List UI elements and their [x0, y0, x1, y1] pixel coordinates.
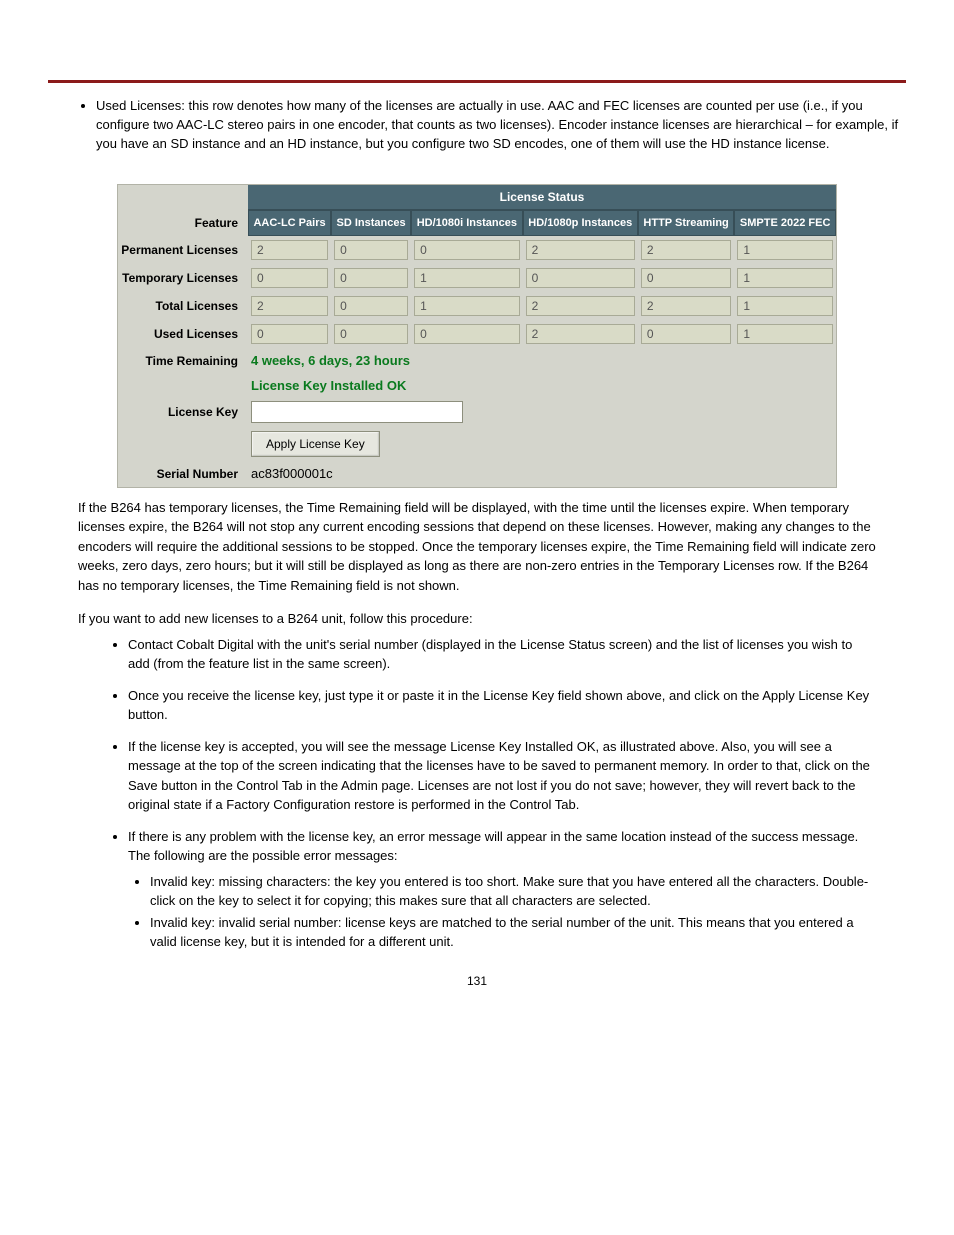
val-temp-5: 1	[737, 268, 833, 288]
key-step-3: If the license key is accepted, you will…	[128, 737, 876, 815]
val-perm-4: 2	[641, 240, 731, 260]
val-perm-1: 0	[334, 240, 408, 260]
license-status-title: License Status	[248, 185, 836, 210]
para-after-fig: If the B264 has temporary licenses, the …	[78, 498, 876, 596]
error-msg-2: Invalid key: invalid serial number: lice…	[150, 913, 876, 952]
val-total-3: 2	[526, 296, 635, 316]
col-sd: SD Instances	[331, 210, 411, 236]
serial-number-value: ac83f000001c	[251, 466, 333, 481]
val-temp-1: 0	[334, 268, 408, 288]
row-label-used: Used Licenses	[118, 320, 248, 348]
page-number: 131	[48, 974, 906, 988]
val-perm-0: 2	[251, 240, 328, 260]
row-label-total: Total Licenses	[118, 292, 248, 320]
val-perm-5: 1	[737, 240, 833, 260]
val-temp-2: 1	[414, 268, 520, 288]
val-total-0: 2	[251, 296, 328, 316]
col-1080p: HD/1080p Instances	[523, 210, 638, 236]
val-used-2: 0	[414, 324, 520, 344]
apply-license-key-button[interactable]: Apply License Key	[251, 431, 380, 457]
para-key-intro: If you want to add new licenses to a B26…	[78, 609, 876, 629]
key-step-4: If there is any problem with the license…	[128, 827, 876, 952]
col-fec: SMPTE 2022 FEC	[734, 210, 836, 236]
row-label-license-key: License Key	[118, 397, 248, 427]
val-perm-2: 0	[414, 240, 520, 260]
val-total-4: 2	[641, 296, 731, 316]
val-total-5: 1	[737, 296, 833, 316]
license-status-message: License Key Installed OK	[251, 378, 406, 393]
top-bullet: Used Licenses: this row denotes how many…	[96, 97, 906, 154]
time-remaining-value: 4 weeks, 6 days, 23 hours	[251, 353, 410, 368]
row-label-serial: Serial Number	[118, 461, 248, 487]
val-used-4: 0	[641, 324, 731, 344]
val-total-1: 0	[334, 296, 408, 316]
license-status-figure: License Status Feature AAC-LC Pairs SD I…	[117, 184, 837, 488]
row-label-temporary: Temporary Licenses	[118, 264, 248, 292]
val-perm-3: 2	[526, 240, 635, 260]
val-temp-4: 0	[641, 268, 731, 288]
col-aac: AAC-LC Pairs	[248, 210, 331, 236]
val-temp-0: 0	[251, 268, 328, 288]
row-label-time: Time Remaining	[118, 348, 248, 374]
key-step-1: Contact Cobalt Digital with the unit's s…	[128, 635, 876, 674]
col-1080i: HD/1080i Instances	[411, 210, 523, 236]
col-http: HTTP Streaming	[638, 210, 734, 236]
row-label-feature: Feature	[118, 210, 248, 236]
row-label-permanent: Permanent Licenses	[118, 236, 248, 264]
error-msg-1: Invalid key: missing characters: the key…	[150, 872, 876, 911]
val-temp-3: 0	[526, 268, 635, 288]
key-step-2: Once you receive the license key, just t…	[128, 686, 876, 725]
license-key-input[interactable]	[251, 401, 463, 423]
val-used-0: 0	[251, 324, 328, 344]
val-used-1: 0	[334, 324, 408, 344]
val-total-2: 1	[414, 296, 520, 316]
val-used-3: 2	[526, 324, 635, 344]
val-used-5: 1	[737, 324, 833, 344]
